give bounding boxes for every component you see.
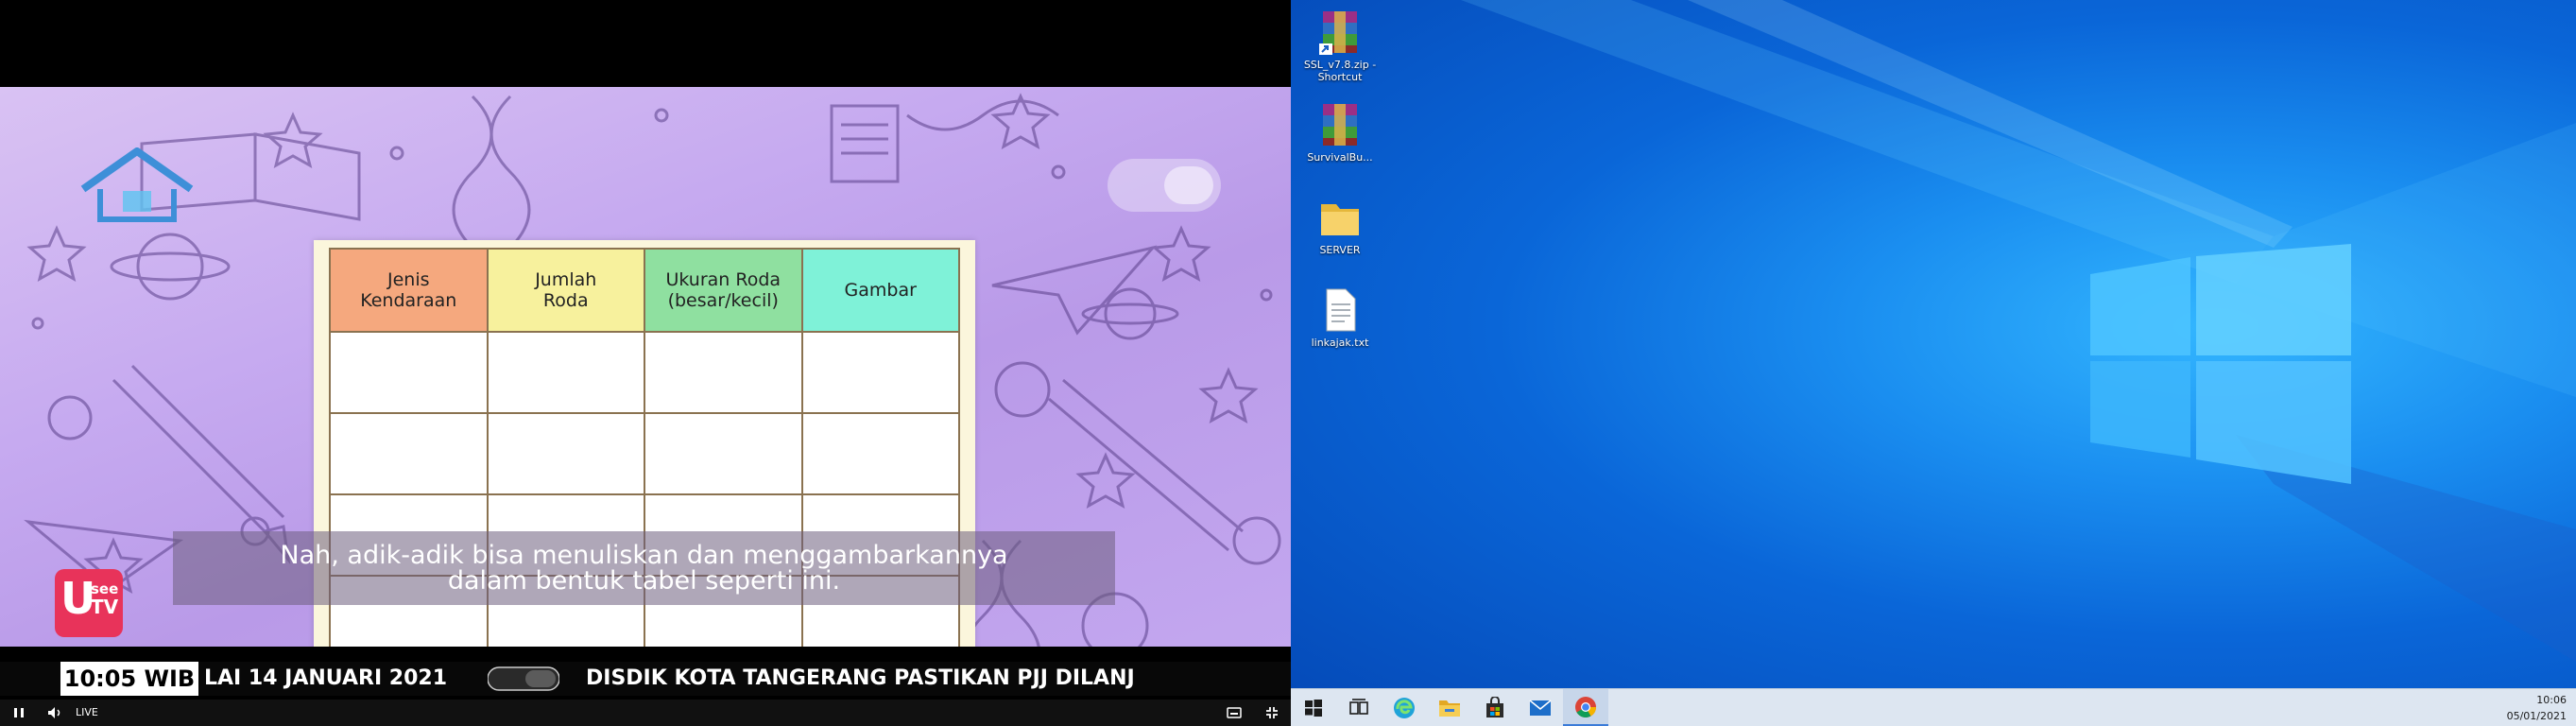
screen: Jenis Kendaraan Jumlah Roda Ukuran Roda … (0, 0, 2576, 726)
house-logo (80, 147, 194, 222)
ticker-text-right: DISDIK KOTA TANGERANG PASTIKAN PJJ DILAN… (586, 666, 1135, 690)
winrar-archive-icon (1323, 104, 1357, 146)
store-icon (1486, 697, 1503, 717)
tvri-logo (1108, 159, 1221, 212)
table-cell (644, 412, 803, 495)
table-cell (486, 331, 645, 414)
fullscreen-exit-icon[interactable] (1262, 703, 1281, 722)
start-icon (1305, 700, 1322, 717)
chrome-icon (1575, 696, 1596, 717)
task-view-icon (1349, 699, 1368, 715)
file-explorer-icon (1439, 700, 1460, 717)
header-ukuran-roda: Ukuran Roda (besar/kecil) (644, 248, 803, 333)
folder-icon (1321, 204, 1359, 235)
clock-date: 05/01/2021 (2506, 710, 2567, 722)
table-cell (800, 331, 960, 414)
wallpaper-light-beams (1461, 0, 2576, 662)
ticker-clock: 10:05 WIB (60, 662, 198, 696)
ticker-text-left: LAI 14 JANUARI 2021 (204, 666, 448, 690)
subtitle-line-2: dalam bentuk tabel seperti ini. (447, 566, 841, 596)
table-row (329, 412, 960, 495)
mail-button[interactable] (1518, 689, 1563, 726)
system-clock[interactable]: 10:06 05/01/2021 (2491, 692, 2567, 724)
header-label: Gambar (844, 280, 917, 301)
desktop-icon-label: linkajak.txt (1311, 337, 1369, 349)
windows-desktop[interactable]: SSL_v7.8.zip - Shortcut SurvivalBu... SE… (1291, 0, 2576, 726)
table-cell (644, 331, 803, 414)
header-jumlah-roda: Jumlah Roda (486, 248, 645, 333)
header-jenis-kendaraan: Jenis Kendaraan (329, 248, 489, 333)
desktop-icon-ssl-shortcut[interactable]: SSL_v7.8.zip - Shortcut (1297, 8, 1383, 83)
desktop-icon-server-folder[interactable]: SERVER (1297, 193, 1383, 256)
table-cell (800, 412, 960, 495)
header-label: Jenis Kendaraan (360, 269, 457, 311)
pause-icon[interactable] (9, 703, 28, 722)
taskbar: 10:06 05/01/2021 (1291, 688, 2576, 726)
subtitle-line-1: Nah, adik-adik bisa menuliskan dan mengg… (280, 541, 1008, 570)
live-label: LIVE (76, 706, 98, 718)
edge-icon (1394, 698, 1415, 718)
chrome-button[interactable] (1563, 689, 1608, 726)
news-ticker: 10:05 WIB LAI 14 JANUARI 2021 DISDIK KOT… (0, 662, 1291, 696)
start-button[interactable] (1291, 689, 1336, 726)
edge-button[interactable] (1382, 689, 1427, 726)
header-gambar: Gambar (800, 248, 960, 333)
header-label: Jumlah Roda (535, 269, 597, 311)
video-player[interactable]: Jenis Kendaraan Jumlah Roda Ukuran Roda … (0, 0, 1291, 726)
desktop-icon-label: SSL_v7.8.zip - Shortcut (1303, 59, 1377, 83)
worksheet-header-row: Jenis Kendaraan Jumlah Roda Ukuran Roda … (329, 248, 960, 333)
volume-icon[interactable] (45, 703, 64, 722)
desktop-icon-label: SERVER (1319, 244, 1361, 256)
usee-logo-see: see (91, 580, 119, 597)
subtitles-icon[interactable] (1225, 703, 1244, 722)
desktop-icon-label: SurvivalBu... (1307, 151, 1373, 164)
store-button[interactable] (1472, 689, 1518, 726)
winrar-archive-icon (1319, 11, 1357, 55)
table-row (329, 331, 960, 414)
file-explorer-button[interactable] (1427, 689, 1472, 726)
tvri-ticker-logo (488, 666, 559, 691)
desktop-icon-survivalbu[interactable]: SurvivalBu... (1297, 100, 1383, 164)
mail-icon (1529, 700, 1552, 716)
clock-time: 10:06 (2536, 694, 2567, 706)
player-controls: LIVE (0, 700, 1291, 726)
table-cell (486, 412, 645, 495)
table-cell (329, 412, 489, 495)
header-label: Ukuran Roda (besar/kecil) (665, 269, 781, 311)
usee-tv-logo: U see TV (55, 569, 123, 637)
usee-logo-tv: TV (91, 596, 119, 618)
task-view-button[interactable] (1336, 689, 1382, 726)
windows-logo-wallpaper (2090, 244, 2351, 484)
text-file-icon (1326, 288, 1356, 332)
video-subtitle: Nah, adik-adik bisa menuliskan dan mengg… (173, 531, 1115, 605)
table-cell (329, 331, 489, 414)
desktop-icon-linkajak-txt[interactable]: linkajak.txt (1297, 285, 1383, 349)
